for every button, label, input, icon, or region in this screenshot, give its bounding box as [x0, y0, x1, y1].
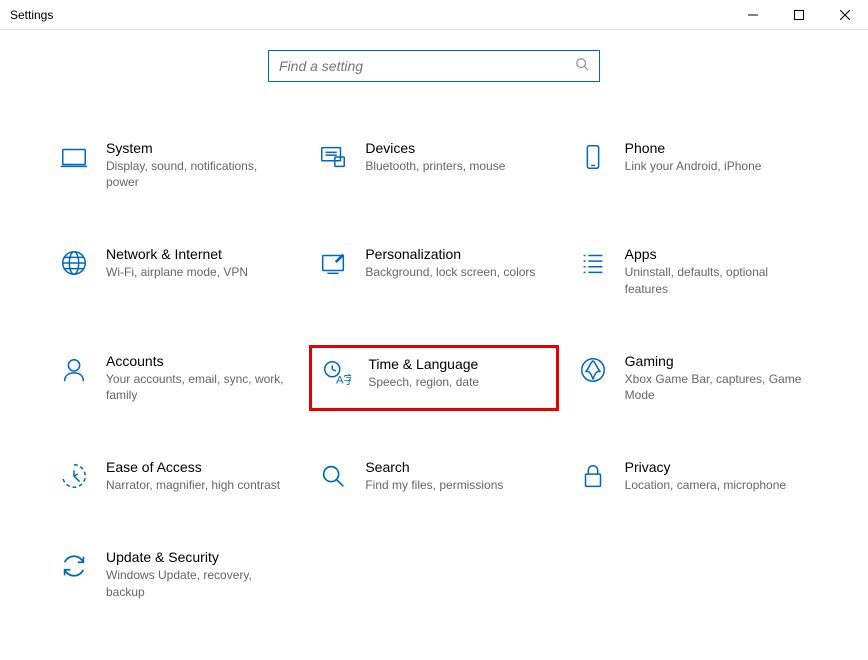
close-button[interactable]	[822, 0, 868, 30]
category-title: System	[106, 140, 286, 156]
minimize-button[interactable]	[730, 0, 776, 30]
category-subtitle: Speech, region, date	[368, 374, 479, 390]
category-network[interactable]: Network & Internet Wi-Fi, airplane mode,…	[50, 238, 299, 304]
close-icon	[840, 10, 850, 20]
category-title: Personalization	[365, 246, 535, 262]
titlebar: Settings	[0, 0, 868, 30]
category-subtitle: Windows Update, recovery, backup	[106, 567, 286, 599]
window-controls	[730, 0, 868, 30]
category-subtitle: Narrator, magnifier, high contrast	[106, 477, 280, 493]
category-time-language[interactable]: A字 Time & Language Speech, region, date	[309, 345, 558, 411]
personalization-icon	[313, 246, 353, 278]
window-title: Settings	[10, 8, 53, 22]
category-title: Phone	[625, 140, 762, 156]
category-subtitle: Your accounts, email, sync, work, family	[106, 371, 286, 403]
svg-text:A字: A字	[336, 372, 351, 386]
category-gaming[interactable]: Gaming Xbox Game Bar, captures, Game Mod…	[569, 345, 818, 411]
category-subtitle: Xbox Game Bar, captures, Game Mode	[625, 371, 805, 403]
category-subtitle: Location, camera, microphone	[625, 477, 786, 493]
search-wrap	[0, 50, 868, 82]
accounts-icon	[54, 353, 94, 385]
category-title: Search	[365, 459, 503, 475]
privacy-icon	[573, 459, 613, 491]
globe-icon	[54, 246, 94, 278]
category-subtitle: Bluetooth, printers, mouse	[365, 158, 505, 174]
category-title: Accounts	[106, 353, 286, 369]
category-apps[interactable]: Apps Uninstall, defaults, optional featu…	[569, 238, 818, 304]
system-icon	[54, 140, 94, 172]
apps-icon	[573, 246, 613, 278]
gaming-icon	[573, 353, 613, 385]
category-phone[interactable]: Phone Link your Android, iPhone	[569, 132, 818, 198]
maximize-button[interactable]	[776, 0, 822, 30]
category-subtitle: Link your Android, iPhone	[625, 158, 762, 174]
category-privacy[interactable]: Privacy Location, camera, microphone	[569, 451, 818, 501]
search-box[interactable]	[268, 50, 600, 82]
categories-grid: System Display, sound, notifications, po…	[0, 82, 868, 608]
category-subtitle: Background, lock screen, colors	[365, 264, 535, 280]
category-system[interactable]: System Display, sound, notifications, po…	[50, 132, 299, 198]
category-title: Ease of Access	[106, 459, 280, 475]
category-subtitle: Display, sound, notifications, power	[106, 158, 286, 190]
devices-icon	[313, 140, 353, 172]
category-accounts[interactable]: Accounts Your accounts, email, sync, wor…	[50, 345, 299, 411]
category-title: Privacy	[625, 459, 786, 475]
category-title: Update & Security	[106, 549, 286, 565]
category-title: Network & Internet	[106, 246, 248, 262]
search-category-icon	[313, 459, 353, 491]
phone-icon	[573, 140, 613, 172]
ease-of-access-icon	[54, 459, 94, 491]
category-devices[interactable]: Devices Bluetooth, printers, mouse	[309, 132, 558, 198]
category-title: Apps	[625, 246, 805, 262]
category-title: Gaming	[625, 353, 805, 369]
category-ease-of-access[interactable]: Ease of Access Narrator, magnifier, high…	[50, 451, 299, 501]
maximize-icon	[794, 10, 804, 20]
category-subtitle: Uninstall, defaults, optional features	[625, 264, 805, 296]
search-icon	[575, 57, 589, 76]
time-language-icon: A字	[316, 356, 356, 388]
category-update-security[interactable]: Update & Security Windows Update, recove…	[50, 541, 299, 607]
category-personalization[interactable]: Personalization Background, lock screen,…	[309, 238, 558, 304]
update-icon	[54, 549, 94, 581]
category-title: Devices	[365, 140, 505, 156]
category-title: Time & Language	[368, 356, 479, 372]
category-subtitle: Wi-Fi, airplane mode, VPN	[106, 264, 248, 280]
category-subtitle: Find my files, permissions	[365, 477, 503, 493]
search-input[interactable]	[279, 58, 559, 74]
category-search[interactable]: Search Find my files, permissions	[309, 451, 558, 501]
minimize-icon	[748, 10, 758, 20]
